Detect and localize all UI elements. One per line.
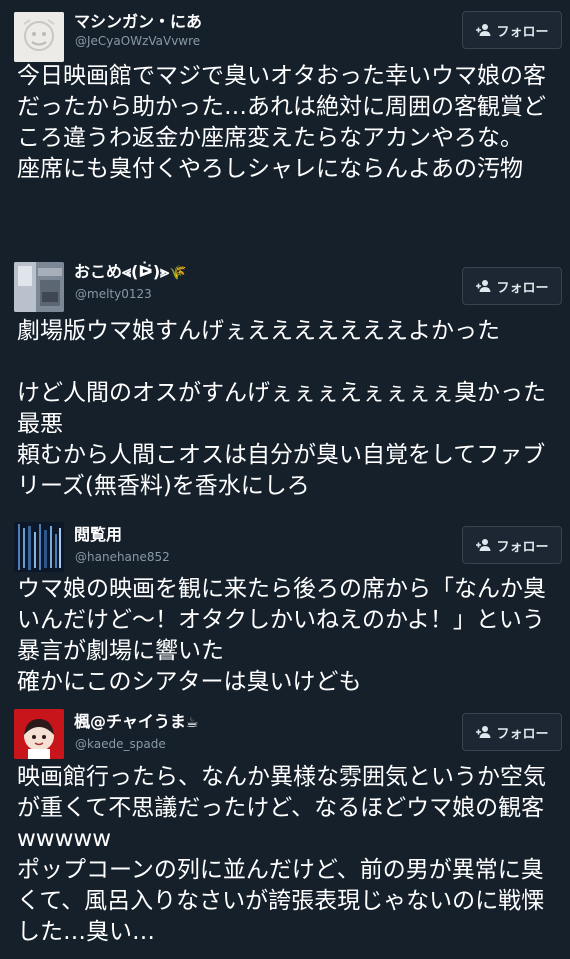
avatar[interactable] [14,12,64,62]
add-user-icon [476,280,491,292]
tweet-text: 劇場版ウマ娘すんげぇえええええええよかった けど人間のオスがすんげぇぇぇえぇぇぇ… [17,318,546,499]
display-name-text: おこめ⪡(ᐖ)⪢ [74,262,170,281]
avatar[interactable] [14,262,64,312]
display-name[interactable]: マシンガン・にあ [74,12,202,32]
tweet-text: 映画館行ったら、なんか異様な雰囲気というか空気が重くて不思議だったけど、なるほど… [17,764,546,945]
rice-plant-emoji: 🌾 [169,265,187,281]
add-user-icon [476,24,491,36]
add-user-icon [476,726,491,738]
display-name[interactable]: おこめ⪡(ᐖ)⪢🌾 [74,262,187,283]
handle[interactable]: @JeCyaOWzVaVvwre [75,33,200,49]
avatar[interactable] [14,522,64,572]
tweet-text: ウマ娘の映画を観に来たら後ろの席から「なんか臭いんだけど〜！オタクしかいねえのか… [17,576,546,695]
tweet-card: 閲覧用 @hanehane852 フォロー ウマ娘の映画を観に来たら後ろの席から… [0,512,570,705]
follow-button[interactable]: フォロー [462,526,562,564]
tweet-text: 今日映画館でマジで臭いオタおった幸いウマ娘の客だったから助かった…あれは絶対に周… [17,63,546,182]
tweet-card: 楓@チャイうま☕ @kaede_spade フォロー 映画館行ったら、なんか異様… [0,705,570,959]
tweet-card: おこめ⪡(ᐖ)⪢🌾 @melty0123 フォロー 劇場版ウマ娘すんげぇええええ… [0,258,570,512]
follow-label: フォロー [496,280,549,296]
display-name[interactable]: 閲覧用 [74,525,122,545]
follow-button[interactable]: フォロー [462,267,562,305]
display-name[interactable]: 楓@チャイうま☕ [74,712,198,733]
follow-label: フォロー [496,539,549,555]
tweet-card: マシンガン・にあ @JeCyaOWzVaVvwre フォロー 今日映画館でマジで… [0,0,570,258]
display-name-text: 楓@チャイうま [74,712,186,731]
avatar-image [14,262,64,312]
follow-button[interactable]: フォロー [462,11,562,49]
avatar-image [14,709,64,759]
follow-label: フォロー [496,24,549,40]
follow-label: フォロー [496,726,549,742]
add-user-icon [476,539,491,551]
avatar-image [14,522,64,572]
handle[interactable]: @hanehane852 [75,549,170,565]
handle[interactable]: @kaede_spade [75,736,166,752]
follow-button[interactable]: フォロー [462,713,562,751]
hot-beverage-emoji: ☕ [185,715,199,731]
handle[interactable]: @melty0123 [75,286,152,302]
avatar[interactable] [14,709,64,759]
avatar-image [14,12,64,62]
